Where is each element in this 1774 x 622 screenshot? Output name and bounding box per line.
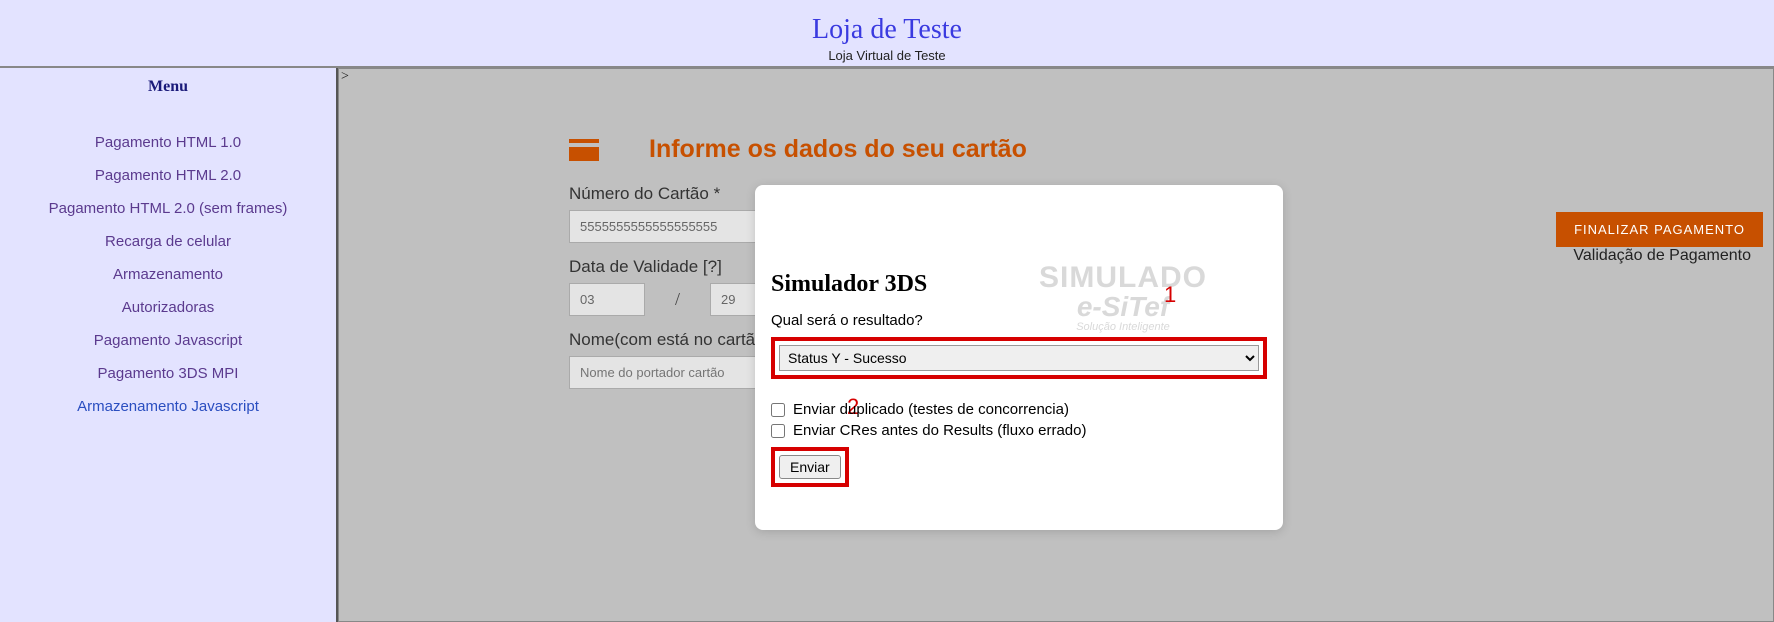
status-select-highlight: Status Y - Sucesso bbox=[771, 337, 1267, 379]
modal-question: Qual será o resultado? bbox=[771, 312, 1267, 329]
credit-card-icon bbox=[569, 139, 599, 161]
sidebar-item-pagamento-html-2-sf[interactable]: Pagamento HTML 2.0 (sem frames) bbox=[0, 192, 336, 225]
expiry-month-input[interactable] bbox=[569, 283, 645, 316]
checkbox-cres[interactable] bbox=[771, 424, 785, 438]
submit-button[interactable]: Enviar bbox=[779, 455, 841, 479]
checkbox-cres-row[interactable]: Enviar CRes antes do Results (fluxo erra… bbox=[771, 422, 1267, 439]
checkbox-duplicado[interactable] bbox=[771, 403, 785, 417]
checkbox-duplicado-row[interactable]: Enviar duplicado (testes de concorrencia… bbox=[771, 401, 1267, 418]
sidebar-item-pagamento-3ds[interactable]: Pagamento 3DS MPI bbox=[0, 357, 336, 390]
site-subtitle: Loja Virtual de Teste bbox=[0, 48, 1774, 63]
sidebar-item-pagamento-html-1[interactable]: Pagamento HTML 1.0 bbox=[0, 126, 336, 159]
sidebar-item-armazenamento[interactable]: Armazenamento bbox=[0, 258, 336, 291]
validation-text: Validação de Pagamento bbox=[1573, 247, 1751, 265]
breadcrumb: > bbox=[341, 69, 349, 85]
status-select[interactable]: Status Y - Sucesso bbox=[779, 345, 1259, 371]
modal-title: Simulador 3DS bbox=[771, 271, 1267, 298]
menu-title: Menu bbox=[0, 68, 336, 126]
sidebar-item-armazenamento-js[interactable]: Armazenamento Javascript bbox=[0, 390, 336, 423]
sidebar: Menu Pagamento HTML 1.0 Pagamento HTML 2… bbox=[0, 68, 338, 622]
sidebar-item-pagamento-html-2[interactable]: Pagamento HTML 2.0 bbox=[0, 159, 336, 192]
form-title: Informe os dados do seu cartão bbox=[649, 135, 1027, 164]
site-title[interactable]: Loja de Teste bbox=[0, 14, 1774, 46]
expiry-slash: / bbox=[675, 289, 680, 310]
sidebar-item-pagamento-js[interactable]: Pagamento Javascript bbox=[0, 324, 336, 357]
simulator-3ds-modal: SIMULADO e-SiTef Solução Inteligente Sim… bbox=[755, 185, 1283, 530]
checkbox-cres-label: Enviar CRes antes do Results (fluxo erra… bbox=[793, 422, 1086, 439]
checkbox-duplicado-label: Enviar duplicado (testes de concorrencia… bbox=[793, 401, 1069, 418]
page-header: Loja de Teste Loja Virtual de Teste bbox=[0, 0, 1774, 68]
sidebar-item-autorizadoras[interactable]: Autorizadoras bbox=[0, 291, 336, 324]
finalize-payment-button[interactable]: FINALIZAR PAGAMENTO bbox=[1556, 212, 1763, 247]
sidebar-item-recarga[interactable]: Recarga de celular bbox=[0, 225, 336, 258]
submit-button-highlight: Enviar bbox=[771, 447, 849, 487]
